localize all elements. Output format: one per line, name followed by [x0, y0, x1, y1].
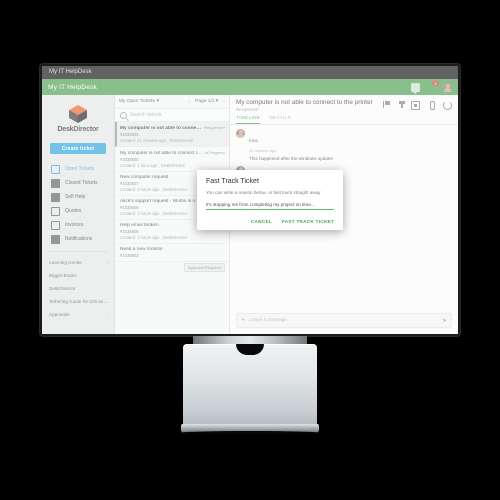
modal-actions: CANCEL FAST TRACK TICKET	[206, 219, 334, 224]
fast-track-ticket-button[interactable]: FAST TRACK TICKET	[282, 219, 334, 224]
monitor-bezel: My IT HelpDesk My IT HelpDesk 3 DeskDire…	[40, 64, 460, 336]
monitor-stand-base	[183, 344, 317, 430]
fast-track-modal: Fast Track Ticket You can write a reason…	[197, 170, 343, 230]
cancel-button[interactable]: CANCEL	[251, 219, 272, 224]
monitor-shadow	[178, 431, 322, 435]
reason-input[interactable]: It's stopping me from completing my proj…	[206, 202, 334, 210]
screenshot-root: My IT HelpDesk My IT HelpDesk 3 DeskDire…	[0, 0, 500, 500]
modal-title: Fast Track Ticket	[206, 178, 259, 185]
modal-description: You can write a reason below, or fast tr…	[206, 190, 321, 195]
screen: My IT HelpDesk My IT HelpDesk 3 DeskDire…	[42, 66, 458, 334]
